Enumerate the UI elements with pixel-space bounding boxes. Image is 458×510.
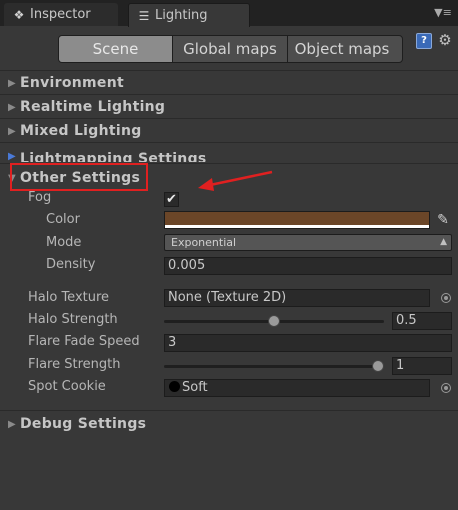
divider: [0, 70, 458, 71]
section-environment-label: Environment: [20, 75, 124, 91]
section-environment[interactable]: ▶ Environment: [8, 72, 124, 94]
view-mode-segmented-control: Scene Global maps Object maps: [58, 35, 403, 63]
divider: [0, 410, 458, 411]
object-picker-icon[interactable]: [441, 383, 451, 393]
scene-button[interactable]: Scene: [59, 36, 173, 62]
color-alpha-bar: [165, 225, 429, 228]
section-mixed-lighting[interactable]: ▶ Mixed Lighting: [8, 120, 142, 142]
global-maps-button[interactable]: Global maps: [173, 36, 288, 62]
flare-strength-slider[interactable]: [164, 365, 384, 368]
divider: [0, 118, 458, 119]
object-picker-icon[interactable]: [441, 293, 451, 303]
section-lightmapping-settings[interactable]: ▶ Lightmapping Settings: [8, 144, 207, 162]
divider: [0, 142, 458, 143]
help-icon[interactable]: ?: [416, 33, 432, 49]
divider: [0, 94, 458, 95]
collapsed-arrow-icon: ▶: [8, 151, 16, 162]
halo-texture-label: Halo Texture: [28, 290, 110, 305]
flare-fade-speed-field[interactable]: 3: [164, 334, 452, 352]
halo-strength-slider-thumb[interactable]: [268, 315, 280, 327]
lighting-icon: ☰: [138, 8, 150, 23]
fog-mode-dropdown[interactable]: Exponential ▲: [164, 234, 452, 251]
halo-strength-field[interactable]: 0.5: [392, 312, 452, 330]
fog-label: Fog: [28, 190, 52, 205]
section-lightmapping-label: Lightmapping Settings: [20, 151, 207, 162]
fog-mode-label: Mode: [46, 235, 82, 250]
collapsed-arrow-icon: ▶: [8, 77, 16, 89]
spot-cookie-field[interactable]: Soft: [164, 379, 430, 397]
collapsed-arrow-icon: ▶: [8, 101, 16, 113]
tab-lighting[interactable]: ☰ Lighting: [128, 3, 250, 27]
tab-lighting-label: Lighting: [155, 8, 208, 23]
texture-thumbnail-icon: [169, 381, 180, 392]
halo-strength-label: Halo Strength: [28, 312, 118, 327]
flare-strength-slider-thumb[interactable]: [372, 360, 384, 372]
info-icon: ❖: [13, 7, 25, 22]
collapsed-arrow-icon: ▶: [8, 418, 16, 430]
fog-mode-value: Exponential: [171, 236, 237, 249]
object-maps-button[interactable]: Object maps: [288, 36, 402, 62]
tab-menu-icon[interactable]: ▼≡: [432, 6, 454, 20]
flare-strength-label: Flare Strength: [28, 357, 121, 372]
tab-inspector[interactable]: ❖ Inspector: [4, 3, 118, 26]
tab-inspector-label: Inspector: [30, 7, 91, 22]
highlight-box: [10, 163, 148, 191]
fog-color-field[interactable]: [164, 211, 430, 229]
dropdown-arrows-icon: ▲: [440, 237, 447, 247]
flare-strength-field[interactable]: 1: [392, 357, 452, 375]
section-mixed-label: Mixed Lighting: [20, 123, 142, 139]
fog-color-label: Color: [46, 212, 80, 227]
section-realtime-lighting[interactable]: ▶ Realtime Lighting: [8, 96, 165, 118]
section-realtime-label: Realtime Lighting: [20, 99, 166, 115]
spot-cookie-label: Spot Cookie: [28, 379, 106, 394]
collapsed-arrow-icon: ▶: [8, 125, 16, 137]
fog-density-field[interactable]: 0.005: [164, 257, 452, 275]
annotation-arrow-icon: [198, 170, 273, 191]
gear-icon[interactable]: ⚙: [436, 31, 454, 49]
flare-fade-speed-label: Flare Fade Speed: [28, 334, 140, 349]
fog-density-label: Density: [46, 257, 96, 272]
section-debug-label: Debug Settings: [20, 416, 147, 432]
section-debug-settings[interactable]: ▶ Debug Settings: [8, 413, 146, 435]
fog-checkbox[interactable]: ✔: [164, 192, 179, 207]
spot-cookie-value: Soft: [182, 380, 208, 395]
eyedropper-icon[interactable]: ✎: [434, 210, 452, 230]
halo-texture-field[interactable]: None (Texture 2D): [164, 289, 430, 307]
